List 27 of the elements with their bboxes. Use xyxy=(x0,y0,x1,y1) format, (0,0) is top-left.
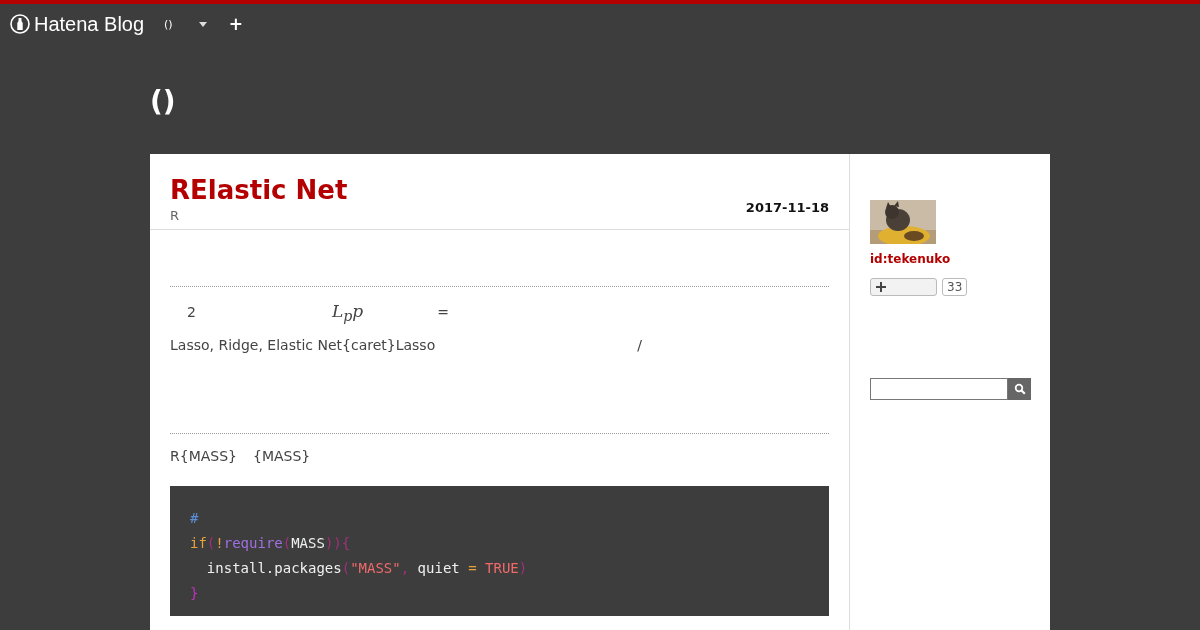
search-icon xyxy=(1013,383,1026,395)
math-formula: L$_{p}$p xyxy=(331,301,364,325)
paragraph-text: {MASS} xyxy=(253,448,311,464)
subscriber-count: 33 xyxy=(942,278,968,296)
blog-menu[interactable]: () xyxy=(164,17,173,31)
brand-name[interactable]: Hatena Blog xyxy=(34,12,145,36)
code-line: install.packages("MASS", quiet = TRUE) xyxy=(205,559,529,578)
paragraph-text: 2 xyxy=(187,304,196,320)
subscribe-button[interactable] xyxy=(870,278,937,296)
paragraph-text: R{MASS} xyxy=(170,448,237,464)
article-date: 2017-11-18 xyxy=(745,200,829,215)
add-button[interactable]: + xyxy=(228,14,243,34)
paragraph-text: = xyxy=(437,304,449,320)
code-line: # xyxy=(190,509,200,528)
plus-icon xyxy=(876,282,886,292)
code-line: } xyxy=(190,584,200,603)
paragraph-text: / xyxy=(637,337,642,353)
blog-title[interactable]: () xyxy=(150,84,1050,154)
search-button[interactable] xyxy=(1008,378,1031,400)
code-line: if(!require(MASS)){ xyxy=(190,534,352,553)
paragraph-text: Lasso, Ridge, Elastic Net{caret}Lasso xyxy=(170,337,436,353)
article-title[interactable]: RElastic Net xyxy=(170,174,348,206)
search-field[interactable] xyxy=(870,378,1008,400)
user-id-link[interactable]: id:tekenuko xyxy=(870,252,951,266)
bottle-logo-icon[interactable] xyxy=(10,14,30,34)
category-link[interactable]: R xyxy=(170,208,348,223)
caret-icon[interactable] xyxy=(198,21,207,27)
